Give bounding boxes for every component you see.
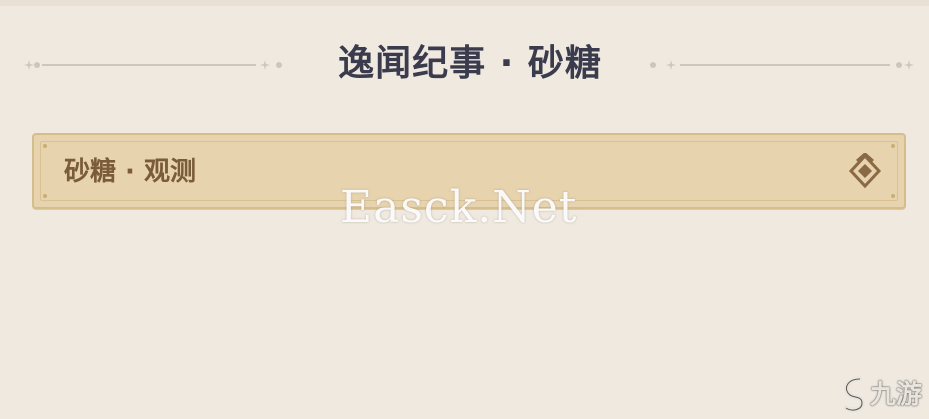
- header-divider-left: [14, 60, 284, 70]
- sparkle-icon: [904, 60, 914, 70]
- corner-dot: [43, 194, 47, 198]
- diamond-chevron-up-icon[interactable]: [848, 152, 882, 189]
- top-edge-strip: [0, 0, 929, 6]
- divider-line: [42, 64, 256, 66]
- site-logo: 九游: [838, 375, 926, 415]
- divider-dot: [276, 62, 282, 68]
- divider-line: [680, 64, 890, 66]
- section-header: 逸闻纪事 · 砂糖: [0, 36, 929, 94]
- corner-dot: [43, 144, 47, 148]
- divider-dot: [650, 62, 656, 68]
- sparkle-icon: [666, 60, 676, 70]
- sparkle-icon: [24, 60, 34, 70]
- divider-dot: [34, 62, 40, 68]
- entry-label: 砂糖 · 观测: [64, 157, 196, 187]
- nine-game-logo-icon: [838, 375, 870, 415]
- watermark-text: Easck.Net: [340, 182, 578, 233]
- corner-dot: [891, 194, 895, 198]
- divider-dot: [896, 62, 902, 68]
- page-title: 逸闻纪事 · 砂糖: [338, 43, 602, 84]
- header-divider-right: [646, 60, 921, 70]
- corner-dot: [891, 144, 895, 148]
- logo-text: 九游: [870, 380, 923, 410]
- sparkle-icon: [260, 60, 270, 70]
